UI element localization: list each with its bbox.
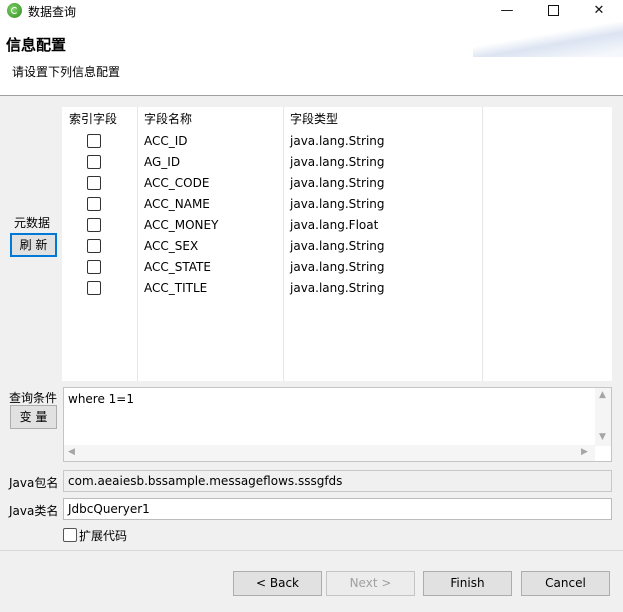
field-name: ACC_TITLE xyxy=(144,281,208,295)
scroll-left-icon[interactable]: ◀ xyxy=(68,447,75,457)
field-type: java.lang.String xyxy=(290,176,385,190)
header-index-field: 索引字段 xyxy=(69,112,118,126)
field-type: java.lang.String xyxy=(290,281,385,295)
field-type: java.lang.String xyxy=(290,239,385,253)
variable-button[interactable]: 变 量 xyxy=(10,405,57,429)
field-name: ACC_MONEY xyxy=(144,218,219,232)
java-class-field[interactable]: JdbcQueryer1 xyxy=(63,498,612,520)
java-package-label: Java包名 xyxy=(9,476,59,490)
back-button[interactable]: < Back xyxy=(233,571,322,596)
index-checkbox[interactable] xyxy=(87,176,101,190)
query-condition-label: 查询条件 xyxy=(9,391,58,405)
java-class-value: JdbcQueryer1 xyxy=(68,502,150,516)
vertical-scrollbar[interactable]: ▲ ▼ xyxy=(595,388,611,446)
header-field-name: 字段名称 xyxy=(144,112,193,126)
window-title: 数据查询 xyxy=(28,5,77,19)
index-checkbox[interactable] xyxy=(87,197,101,211)
header-decoration xyxy=(473,22,623,57)
extend-code-checkbox[interactable] xyxy=(63,528,77,542)
index-checkbox[interactable] xyxy=(87,281,101,295)
field-type: java.lang.String xyxy=(290,260,385,274)
title-bar: 数据查询 — ✕ xyxy=(0,0,623,22)
cancel-button[interactable]: Cancel xyxy=(521,571,610,596)
wizard-header: 信息配置 请设置下列信息配置 xyxy=(0,22,623,96)
field-name: AG_ID xyxy=(144,155,181,169)
field-name: ACC_ID xyxy=(144,134,188,148)
field-name: ACC_STATE xyxy=(144,260,211,274)
index-checkbox[interactable] xyxy=(87,239,101,253)
field-name: ACC_SEX xyxy=(144,239,199,253)
index-checkbox[interactable] xyxy=(87,260,101,274)
query-condition-textarea[interactable]: where 1=1 ▲ ▼ ◀ ▶ xyxy=(63,387,612,462)
footer-divider xyxy=(0,550,623,551)
close-button[interactable]: ✕ xyxy=(576,0,622,22)
app-icon xyxy=(7,3,22,18)
metadata-label: 元数据 xyxy=(14,216,51,230)
field-type: java.lang.String xyxy=(290,134,385,148)
finish-button[interactable]: Finish xyxy=(423,571,512,596)
index-checkbox[interactable] xyxy=(87,218,101,232)
field-type: java.lang.String xyxy=(290,155,385,169)
header-field-type: 字段类型 xyxy=(290,112,339,126)
field-name: ACC_NAME xyxy=(144,197,210,211)
field-table: 索引字段 字段名称 字段类型 ACC_ID java.lang.String A… xyxy=(62,107,612,381)
scroll-right-icon[interactable]: ▶ xyxy=(581,447,588,457)
scroll-up-icon[interactable]: ▲ xyxy=(599,390,606,400)
scroll-down-icon[interactable]: ▼ xyxy=(599,432,606,442)
java-class-label: Java类名 xyxy=(9,504,59,518)
index-checkbox[interactable] xyxy=(87,155,101,169)
java-package-value: com.aeaiesb.bssample.messageflows.sssgfd… xyxy=(68,474,343,488)
maximize-icon xyxy=(547,5,559,16)
horizontal-scrollbar[interactable]: ◀ ▶ xyxy=(64,445,595,461)
maximize-button[interactable] xyxy=(530,0,576,22)
minimize-button[interactable]: — xyxy=(484,0,530,22)
field-type: java.lang.String xyxy=(290,197,385,211)
field-type: java.lang.Float xyxy=(290,218,379,232)
query-condition-text: where 1=1 xyxy=(68,392,134,406)
page-description: 请设置下列信息配置 xyxy=(12,65,121,79)
page-title: 信息配置 xyxy=(6,36,67,54)
extend-code-label: 扩展代码 xyxy=(79,529,128,543)
refresh-button[interactable]: 刷 新 xyxy=(10,233,57,257)
field-name: ACC_CODE xyxy=(144,176,210,190)
next-button[interactable]: Next > xyxy=(326,571,415,596)
java-package-field: com.aeaiesb.bssample.messageflows.sssgfd… xyxy=(63,470,612,492)
index-checkbox[interactable] xyxy=(87,134,101,148)
